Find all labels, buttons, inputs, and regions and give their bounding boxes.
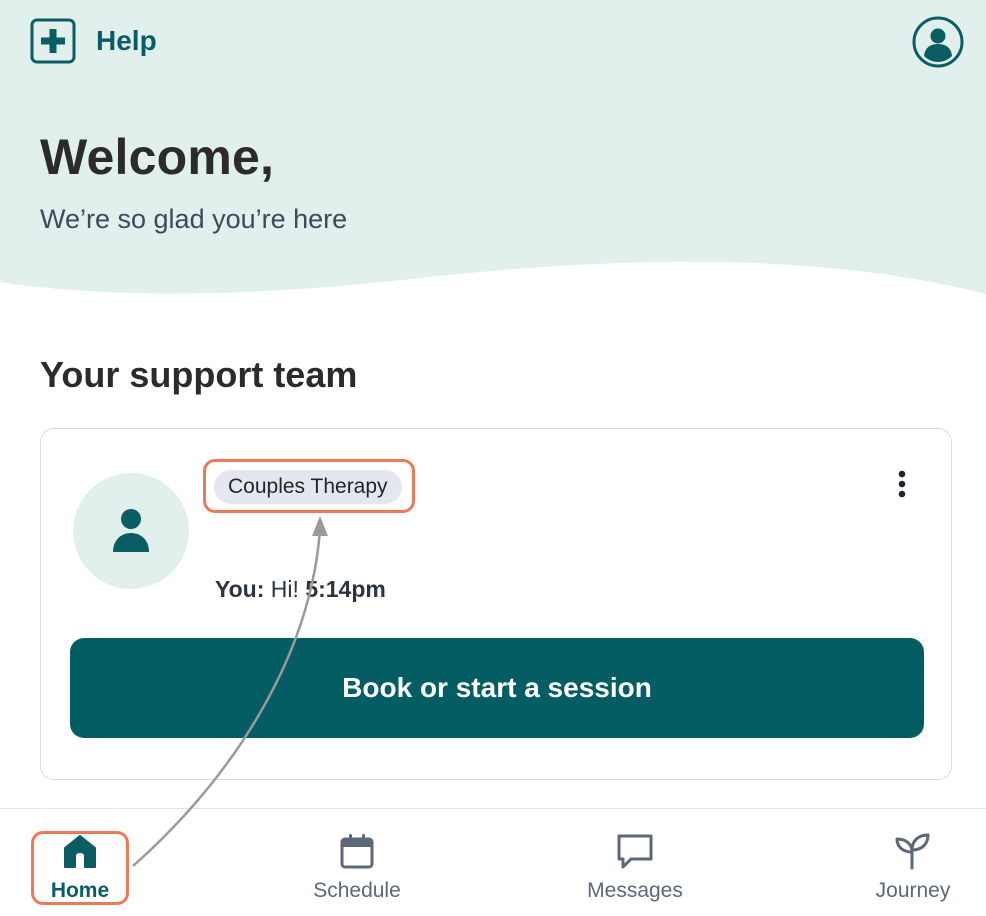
nav-label-messages: Messages — [587, 879, 683, 902]
more-vertical-icon[interactable] — [889, 467, 915, 503]
user-circle-icon[interactable] — [912, 16, 964, 68]
nav-item-schedule[interactable]: Schedule — [277, 831, 437, 913]
last-message-time: 5:14pm — [305, 576, 386, 602]
calendar-icon — [340, 834, 374, 869]
sprout-icon — [895, 833, 930, 870]
person-icon — [113, 509, 149, 552]
home-highlight-box — [31, 831, 129, 905]
avatar — [73, 473, 189, 589]
nav-item-messages[interactable]: Messages — [555, 831, 715, 913]
support-team-title: Your support team — [40, 354, 358, 395]
bottom-nav: Home Schedule Messages Journey — [0, 808, 986, 916]
help-button[interactable]: Help — [30, 18, 157, 64]
last-message-text: Hi! — [270, 576, 299, 602]
plus-square-icon — [30, 18, 76, 64]
book-session-button[interactable]: Book or start a session — [70, 638, 924, 738]
welcome-subtitle: We’re so glad you’re here — [40, 204, 348, 234]
last-message: You: Hi! 5:14pm — [215, 576, 386, 603]
nav-label-journey: Journey — [875, 879, 951, 902]
nav-item-journey[interactable]: Journey — [833, 831, 986, 913]
support-team-card: Couples Therapy You: Hi! 5:14pm Book or … — [40, 428, 952, 780]
home-screen: Help Welcome, We’re so glad you’re here … — [0, 0, 986, 916]
help-label: Help — [96, 25, 157, 56]
message-icon — [617, 834, 653, 869]
last-message-sender: You: — [215, 576, 265, 602]
therapy-type-badge: Couples Therapy — [214, 470, 402, 504]
welcome-title: Welcome, — [40, 129, 275, 185]
nav-label-schedule: Schedule — [313, 879, 401, 902]
